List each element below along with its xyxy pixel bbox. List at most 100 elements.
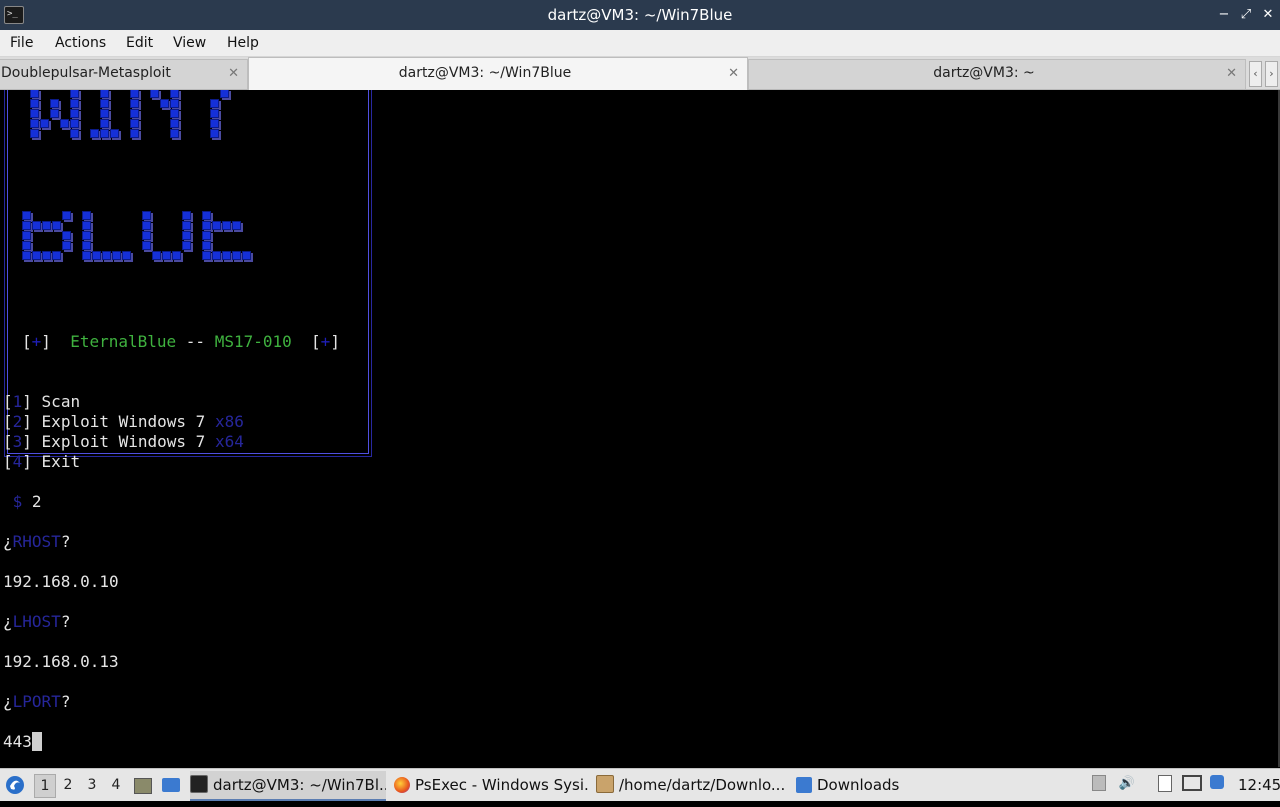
ascii-art-logo	[8, 90, 368, 405]
bracket: [	[311, 332, 321, 351]
banner-line: [+] EternalBlue -- MS17-010 [+]	[22, 332, 340, 352]
rhost-question: ¿RHOST?	[3, 532, 70, 552]
ascii-pixel	[152, 251, 161, 260]
menu-file[interactable]: File	[10, 30, 33, 56]
ascii-pixel	[232, 251, 241, 260]
menu-option-4: [4] Exit	[3, 452, 81, 471]
lhost-label: LHOST	[12, 612, 61, 631]
menu-option-3: [3] Exploit Windows 7 x64	[3, 432, 244, 451]
banner-name: EternalBlue	[70, 332, 177, 351]
menu-view[interactable]: View	[173, 30, 206, 56]
ascii-pixel	[130, 119, 139, 128]
ascii-pixel	[182, 221, 191, 230]
ascii-pixel	[22, 251, 31, 260]
workspace-4[interactable]: 4	[106, 774, 126, 796]
firefox-icon	[394, 777, 410, 793]
ascii-pixel	[100, 109, 109, 118]
task-downloads[interactable]: Downloads	[796, 771, 906, 799]
ascii-pixel	[82, 241, 91, 250]
task-firefox[interactable]: PsExec - Windows Sysi...	[394, 771, 588, 799]
bracket: ]	[330, 332, 340, 351]
ascii-pixel	[82, 231, 91, 240]
ascii-pixel	[202, 221, 211, 230]
menu-edit[interactable]: Edit	[126, 30, 153, 56]
ascii-pixel	[100, 99, 109, 108]
taskbar: 1 2 3 4 dartz@VM3: ~/Win7Bl... PsExec - …	[0, 768, 1280, 801]
ascii-pixel	[22, 231, 31, 240]
qmark-open: ¿	[3, 692, 13, 711]
task-label: dartz@VM3: ~/Win7Bl...	[213, 776, 386, 794]
tab-close-icon[interactable]: ✕	[728, 58, 739, 89]
lport-question: ¿LPORT?	[3, 692, 70, 712]
ascii-pixel	[182, 211, 191, 220]
menu-help[interactable]: Help	[227, 30, 259, 56]
ascii-pixel	[60, 119, 69, 128]
network-icon[interactable]	[1182, 775, 1202, 793]
maximize-button[interactable]: ⤢	[1237, 6, 1255, 24]
notification-icon[interactable]	[1208, 775, 1226, 793]
tab-label: Doublepulsar-Metasploit	[1, 65, 171, 81]
ascii-pixel	[160, 99, 169, 108]
ascii-pixel	[30, 109, 39, 118]
tray-up-arrow-icon[interactable]	[1090, 775, 1108, 793]
tab-win7blue[interactable]: dartz@VM3: ~/Win7Blue ✕	[248, 57, 748, 90]
ascii-pixel	[30, 90, 39, 98]
file-manager-icon[interactable]	[162, 769, 182, 801]
task-archive[interactable]: /home/dartz/Downlo...	[596, 771, 784, 799]
lport-label: LPORT	[12, 692, 61, 711]
volume-icon[interactable]: 🔊	[1118, 775, 1136, 793]
ascii-pixel	[170, 90, 179, 98]
tab-close-icon[interactable]: ✕	[228, 60, 239, 87]
lport-input-line[interactable]: 443	[3, 732, 42, 752]
start-menu-icon[interactable]	[4, 769, 28, 801]
clipboard-icon[interactable]	[1156, 775, 1174, 793]
clock[interactable]: 12:45	[1238, 769, 1280, 801]
show-desktop-icon[interactable]	[134, 769, 154, 801]
ascii-pixel	[90, 129, 99, 138]
tab-scroll-left-icon[interactable]: ‹	[1249, 61, 1262, 87]
tab-scroll-right-icon[interactable]: ›	[1265, 61, 1278, 87]
ascii-pixel	[70, 90, 79, 98]
workspace-2[interactable]: 2	[58, 774, 78, 796]
ascii-pixel	[212, 251, 221, 260]
option-label: Scan	[41, 392, 81, 411]
terminal-view[interactable]: [+] EternalBlue -- MS17-010 [+] [1] Scan…	[0, 90, 1280, 767]
ascii-pixel	[70, 99, 79, 108]
workspace-1[interactable]: 1	[34, 774, 56, 798]
ascii-pixel	[202, 231, 211, 240]
option-arch: x64	[214, 432, 244, 451]
ascii-pixel	[202, 241, 211, 250]
tab-close-icon[interactable]: ✕	[1226, 60, 1237, 87]
terminal-icon	[190, 775, 208, 793]
option-number: 4	[12, 452, 23, 471]
ascii-pixel	[82, 251, 91, 260]
ascii-pixel	[222, 251, 231, 260]
ascii-pixel	[40, 119, 49, 128]
ascii-pixel	[162, 251, 171, 260]
ascii-pixel	[242, 251, 251, 260]
ascii-pixel	[22, 241, 31, 250]
task-label: PsExec - Windows Sysi...	[415, 776, 588, 794]
ascii-pixel	[212, 221, 221, 230]
task-terminal[interactable]: dartz@VM3: ~/Win7Bl...	[190, 771, 386, 801]
ascii-pixel	[232, 221, 241, 230]
qmark-close: ?	[60, 692, 71, 711]
minimize-button[interactable]: −	[1215, 6, 1233, 24]
tab-home[interactable]: dartz@VM3: ~ ✕	[748, 59, 1246, 89]
window-title: dartz@VM3: ~/Win7Blue	[547, 6, 733, 24]
ascii-pixel	[82, 211, 91, 220]
ascii-pixel	[220, 90, 229, 98]
workspace-3[interactable]: 3	[82, 774, 102, 796]
tab-doublepulsar[interactable]: Doublepulsar-Metasploit ✕	[0, 59, 248, 89]
menu-actions[interactable]: Actions	[55, 30, 106, 56]
close-button[interactable]: ✕	[1259, 6, 1277, 24]
lhost-value: 192.168.0.13	[3, 652, 119, 671]
ascii-pixel	[32, 221, 41, 230]
ascii-pixel	[50, 109, 59, 118]
option-label: Exit	[41, 452, 81, 471]
option-number: 2	[12, 412, 23, 431]
qmark-close: ?	[60, 532, 71, 551]
tab-label: dartz@VM3: ~	[933, 65, 1035, 81]
ascii-pixel	[150, 90, 159, 98]
banner-cve: MS17-010	[214, 332, 292, 351]
